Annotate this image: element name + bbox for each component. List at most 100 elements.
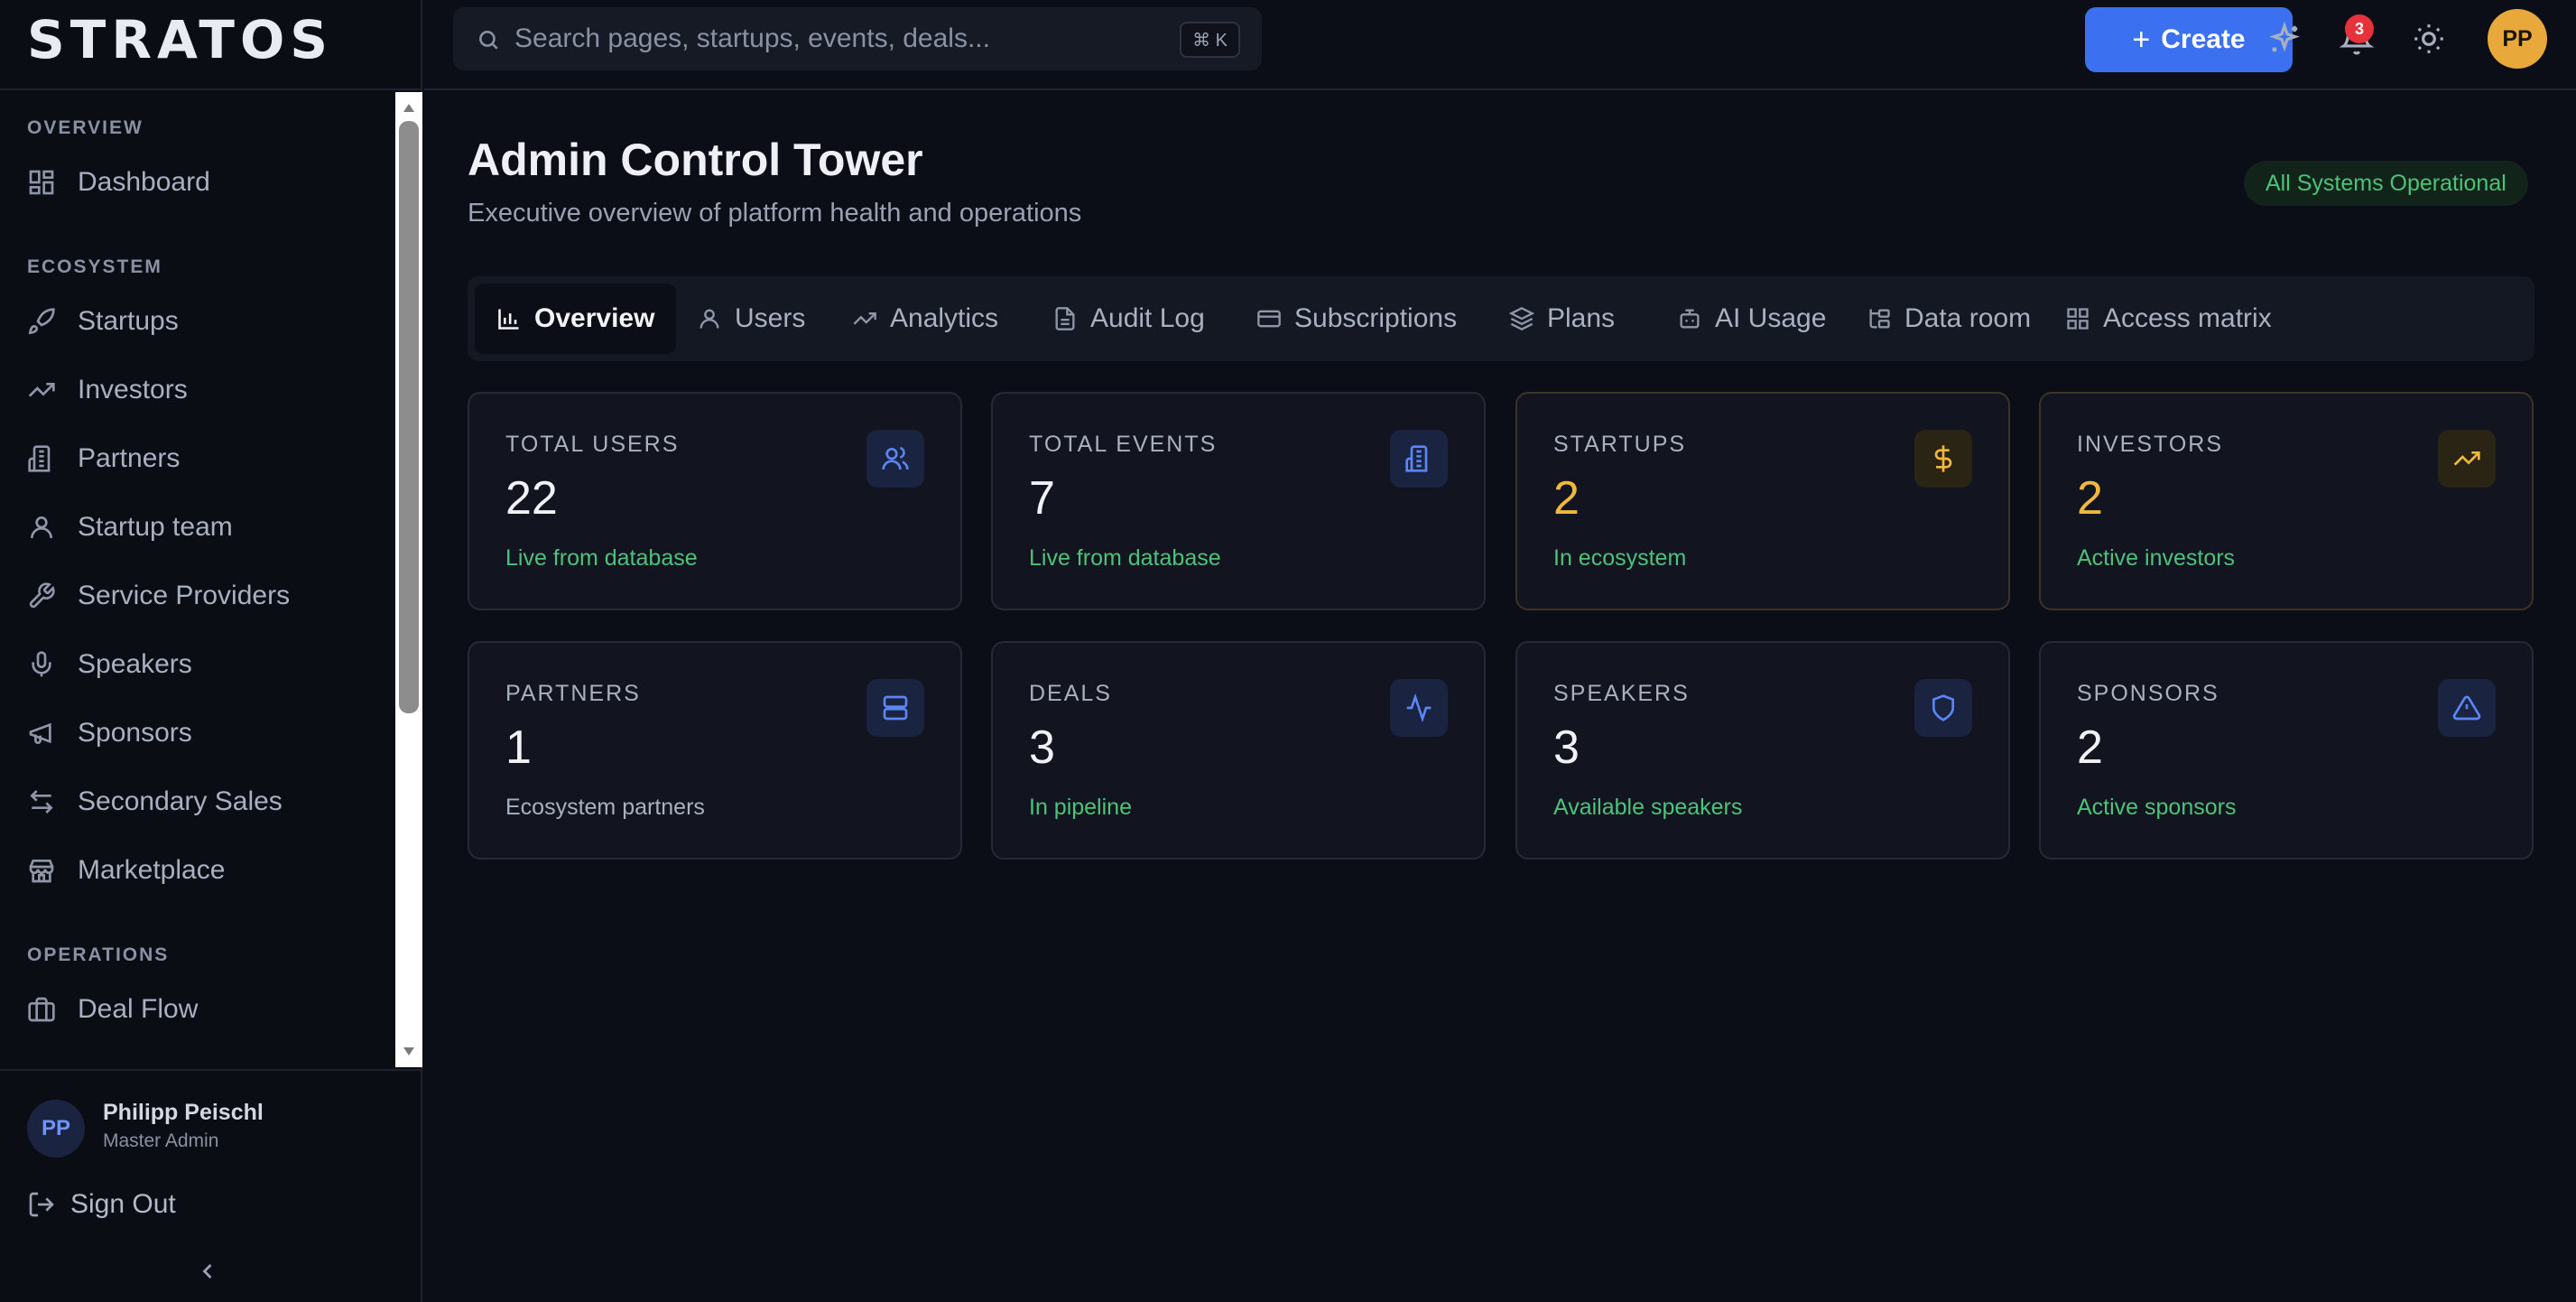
collapse-sidebar-chevron-left-icon[interactable]: [195, 1259, 220, 1284]
stat-card-speakers[interactable]: SPEAKERS 3 Available speakers: [1515, 641, 2010, 860]
stat-value: 1: [505, 721, 532, 774]
tab-label: Users: [735, 303, 806, 333]
stat-label: TOTAL USERS: [505, 432, 680, 457]
stat-value: 22: [505, 472, 558, 525]
credit-card-icon: [1256, 306, 1282, 331]
search-bar[interactable]: ⌘ K: [453, 7, 1262, 70]
logo-area: STRATOS: [0, 0, 422, 90]
notification-badge: 3: [2345, 14, 2374, 43]
trending-up-icon: [852, 306, 877, 331]
sidebar-item-dashboard[interactable]: Dashboard: [27, 157, 388, 208]
shield-icon: [1914, 679, 1972, 737]
alert-triangle-icon: [2438, 679, 2496, 737]
stat-card-total-users[interactable]: TOTAL USERS 22 Live from database: [468, 392, 962, 610]
sidebar-item-label: Partners: [78, 443, 181, 473]
stat-value: 7: [1029, 472, 1055, 525]
tab-analytics[interactable]: Analytics: [830, 284, 1020, 354]
tab-overview[interactable]: Overview: [475, 284, 677, 354]
layers-icon: [1509, 306, 1534, 331]
stat-value: 2: [1553, 472, 1580, 525]
stat-card-startups[interactable]: STARTUPS 2 In ecosystem: [1515, 392, 2010, 610]
tab-label: Access matrix: [2103, 303, 2272, 333]
tab-subscriptions[interactable]: Subscriptions: [1235, 284, 1478, 354]
scroll-down-arrow-icon[interactable]: [395, 1042, 422, 1060]
wrench-icon: [27, 581, 56, 610]
avatar[interactable]: PP: [2488, 9, 2547, 69]
logo[interactable]: STRATOS: [27, 13, 333, 67]
tab-data-room[interactable]: Data room: [1845, 284, 2052, 354]
megaphone-icon: [27, 719, 56, 748]
log-out-icon: [27, 1190, 56, 1219]
stat-note: Active investors: [2077, 545, 2236, 571]
tab-label: Data room: [1904, 303, 2032, 333]
tab-audit-log[interactable]: Audit Log: [1031, 284, 1227, 354]
stat-label: PARTNERS: [505, 681, 641, 706]
tab-access-matrix[interactable]: Access matrix: [2043, 284, 2293, 354]
sidebar-item-service-providers[interactable]: Service Providers: [27, 571, 388, 621]
stat-label: DEALS: [1029, 681, 1112, 706]
tab-label: AI Usage: [1715, 303, 1827, 333]
stat-card-investors[interactable]: INVESTORS 2 Active investors: [2039, 392, 2534, 610]
sidebar-item-label: Marketplace: [78, 855, 226, 885]
sidebar-item-startups[interactable]: Startups: [27, 296, 388, 347]
tab-ai-usage[interactable]: AI Usage: [1655, 284, 1848, 354]
stat-label: SPONSORS: [2077, 681, 2219, 706]
scrollbar-thumb[interactable]: [399, 121, 419, 713]
bar-chart-icon: [496, 306, 522, 331]
keyboard-shortcut-hint: ⌘ K: [1180, 22, 1240, 58]
stat-value: 2: [2077, 721, 2103, 774]
sidebar-item-startup-team[interactable]: Startup team: [27, 502, 388, 553]
folder-tree-icon: [1867, 306, 1892, 331]
rocket-icon: [27, 307, 56, 336]
microphone-icon: [27, 650, 56, 679]
create-button[interactable]: + Create: [2085, 7, 2293, 72]
stat-note: Live from database: [1029, 545, 1221, 571]
stat-note: In ecosystem: [1553, 545, 1687, 571]
user-icon: [697, 306, 722, 331]
sidebar-item-sponsors[interactable]: Sponsors: [27, 708, 388, 758]
section-ecosystem: ECOSYSTEM: [27, 256, 162, 277]
building-icon: [27, 444, 56, 473]
stat-note: Ecosystem partners: [505, 795, 705, 820]
sidebar-item-investors[interactable]: Investors: [27, 365, 388, 415]
grid-icon: [2065, 306, 2090, 331]
sign-out-button[interactable]: Sign Out: [27, 1181, 176, 1228]
stat-label: STARTUPS: [1553, 432, 1687, 457]
avatar[interactable]: PP: [27, 1100, 85, 1158]
sidebar-item-label: Investors: [78, 375, 188, 405]
user-icon: [27, 513, 56, 542]
sidebar-item-label: Sponsors: [78, 718, 192, 748]
sidebar-item-secondary-sales[interactable]: Secondary Sales: [27, 777, 388, 827]
sidebar-item-marketplace[interactable]: Marketplace: [27, 845, 388, 896]
stat-card-total-events[interactable]: TOTAL EVENTS 7 Live from database: [991, 392, 1486, 610]
sidebar-item-label: Service Providers: [78, 581, 291, 610]
tab-label: Subscriptions: [1294, 303, 1458, 333]
stat-card-sponsors[interactable]: SPONSORS 2 Active sponsors: [2039, 641, 2534, 860]
users-icon: [866, 430, 924, 488]
tab-bar: Overview Users Analytics Audit Log Subsc…: [468, 276, 2534, 361]
sidebar-item-label: Deal Flow: [78, 994, 199, 1024]
bot-icon: [1677, 306, 1702, 331]
user-profile[interactable]: PP Philipp Peischl Master Admin: [0, 1069, 421, 1177]
sidebar-nav: OVERVIEW Dashboard ECOSYSTEM Startups In…: [0, 92, 395, 1067]
search-input[interactable]: [514, 7, 1164, 70]
sidebar-item-speakers[interactable]: Speakers: [27, 639, 388, 690]
page-title: Admin Control Tower: [468, 135, 923, 185]
dollar-icon: [1914, 430, 1972, 488]
tab-label: Overview: [534, 303, 655, 333]
stat-note: Live from database: [505, 545, 698, 571]
sidebar-item-partners[interactable]: Partners: [27, 433, 388, 484]
sparkles-icon[interactable]: [2267, 22, 2302, 56]
tab-users[interactable]: Users: [675, 284, 827, 354]
sun-icon[interactable]: [2412, 22, 2446, 56]
stat-card-deals[interactable]: DEALS 3 In pipeline: [991, 641, 1486, 860]
status-badge: All Systems Operational: [2244, 161, 2528, 206]
top-bar: ⌘ K + Create 3 PP: [424, 0, 2576, 90]
sidebar: STRATOS OVERVIEW Dashboard ECOSYSTEM Sta…: [0, 0, 422, 1302]
page-subtitle: Executive overview of platform health an…: [468, 199, 1082, 228]
scroll-up-arrow-icon[interactable]: [395, 99, 422, 117]
stat-card-partners[interactable]: PARTNERS 1 Ecosystem partners: [468, 641, 962, 860]
sidebar-scrollbar[interactable]: [395, 92, 422, 1067]
sidebar-item-deal-flow[interactable]: Deal Flow: [27, 984, 388, 1035]
tab-plans[interactable]: Plans: [1487, 284, 1636, 354]
